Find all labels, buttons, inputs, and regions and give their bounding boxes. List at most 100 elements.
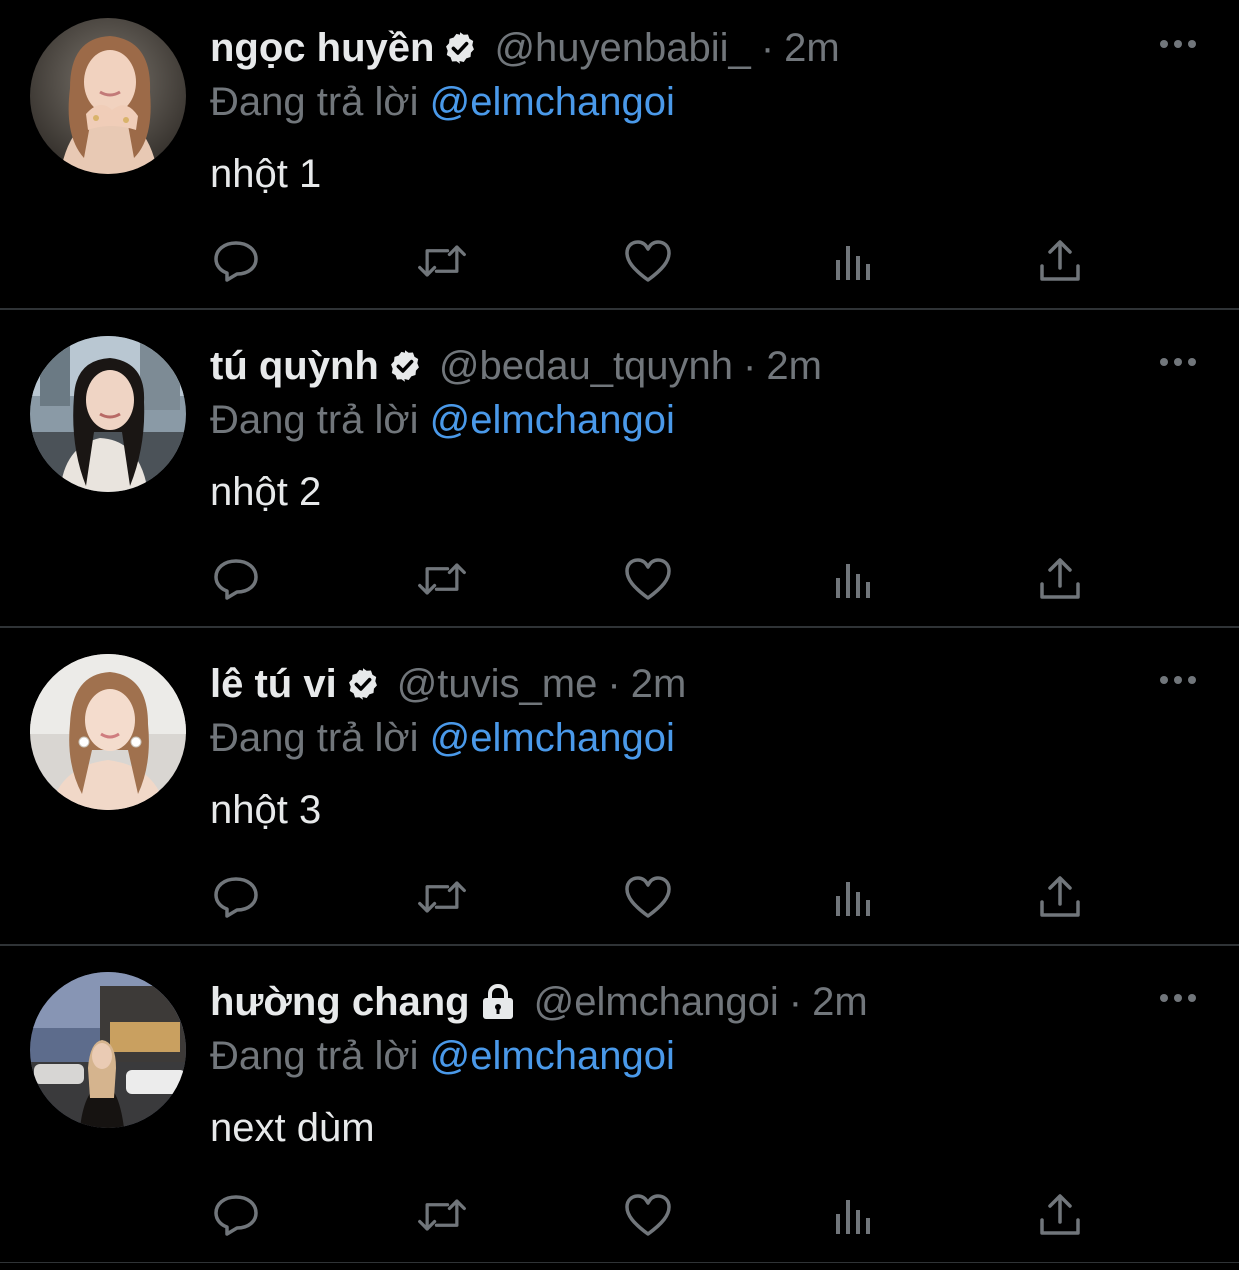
display-name[interactable]: hường chang — [210, 976, 470, 1028]
views-button[interactable] — [828, 872, 880, 922]
views-button[interactable] — [828, 1190, 880, 1240]
views-icon — [836, 882, 870, 916]
replying-to-label: Đang trả lời — [210, 716, 430, 760]
tweet-header: ngọc huyền @huyenbabii_ · 2m — [210, 22, 840, 74]
replying-to-label: Đang trả lời — [210, 80, 430, 124]
timeline: ngọc huyền @huyenbabii_ · 2m Đang trả lờ… — [0, 0, 1239, 1263]
tweet-actions — [210, 1190, 1090, 1240]
share-icon — [1040, 240, 1080, 281]
retweet-icon — [418, 245, 466, 277]
tweet-text: next dùm — [210, 1106, 375, 1150]
display-name[interactable]: lê tú vi — [210, 658, 337, 710]
avatar[interactable] — [30, 654, 186, 810]
tweet[interactable]: hường chang @elmchangoi · 2m Đang trả lờ… — [0, 954, 1239, 1270]
avatar-image — [30, 18, 186, 174]
more-options-icon[interactable] — [1156, 32, 1200, 56]
tweet-actions — [210, 236, 1090, 286]
timestamp[interactable]: 2m — [766, 340, 822, 392]
replying-to-handle[interactable]: @elmchangoi — [430, 398, 675, 442]
user-handle[interactable]: @elmchangoi — [534, 976, 779, 1028]
display-name[interactable]: tú quỳnh — [210, 340, 379, 392]
tweet-header: lê tú vi @tuvis_me · 2m — [210, 658, 686, 710]
user-handle[interactable]: @huyenbabii_ — [494, 22, 750, 74]
share-icon — [1040, 876, 1080, 917]
retweet-icon — [418, 881, 466, 913]
avatar[interactable] — [30, 336, 186, 492]
like-button[interactable] — [622, 236, 674, 286]
separator-dot: · — [760, 26, 775, 70]
retweet-button[interactable] — [416, 554, 468, 604]
like-button[interactable] — [622, 554, 674, 604]
replying-to: Đang trả lời @elmchangoi — [210, 76, 675, 128]
views-icon — [836, 1200, 870, 1234]
like-icon — [625, 876, 671, 918]
tweet[interactable]: lê tú vi @tuvis_me · 2m Đang trả lời @el… — [0, 636, 1239, 952]
more-options-icon[interactable] — [1156, 350, 1200, 374]
divider — [0, 308, 1239, 310]
replying-to-label: Đang trả lời — [210, 398, 430, 442]
replying-to-label: Đang trả lời — [210, 1034, 430, 1078]
like-icon — [625, 558, 671, 600]
timestamp[interactable]: 2m — [812, 976, 868, 1028]
avatar-image — [30, 654, 186, 810]
views-icon — [836, 246, 870, 280]
verified-icon — [442, 30, 478, 66]
tweet-actions — [210, 554, 1090, 604]
divider — [0, 944, 1239, 946]
avatar-image — [30, 972, 186, 1128]
more-options-icon[interactable] — [1156, 668, 1200, 692]
display-name[interactable]: ngọc huyền — [210, 22, 434, 74]
share-icon — [1040, 1194, 1080, 1235]
tweet-header: hường chang @elmchangoi · 2m — [210, 976, 868, 1028]
tweet[interactable]: tú quỳnh @bedau_tquynh · 2m Đang trả lời… — [0, 318, 1239, 634]
reply-button[interactable] — [210, 236, 262, 286]
reply-button[interactable] — [210, 872, 262, 922]
tweet-header: tú quỳnh @bedau_tquynh · 2m — [210, 340, 822, 392]
tweet-text: nhột 2 — [210, 470, 322, 514]
timestamp[interactable]: 2m — [784, 22, 840, 74]
separator-dot: · — [607, 662, 621, 706]
share-button[interactable] — [1034, 872, 1086, 922]
reply-button[interactable] — [210, 554, 262, 604]
like-button[interactable] — [622, 872, 674, 922]
reply-button[interactable] — [210, 1190, 262, 1240]
retweet-icon — [418, 1199, 466, 1231]
user-handle[interactable]: @tuvis_me — [397, 658, 598, 710]
share-button[interactable] — [1034, 236, 1086, 286]
timestamp[interactable]: 2m — [631, 658, 687, 710]
avatar[interactable] — [30, 18, 186, 174]
retweet-icon — [418, 563, 466, 595]
share-button[interactable] — [1034, 554, 1086, 604]
replying-to: Đang trả lời @elmchangoi — [210, 712, 675, 764]
reply-icon — [214, 877, 258, 918]
lock-icon — [478, 983, 518, 1021]
tweet[interactable]: ngọc huyền @huyenbabii_ · 2m Đang trả lờ… — [0, 0, 1239, 316]
separator-dot: · — [788, 980, 803, 1024]
tweet-text: nhột 3 — [210, 788, 322, 832]
avatar[interactable] — [30, 972, 186, 1128]
verified-icon — [345, 666, 381, 702]
replying-to-handle[interactable]: @elmchangoi — [430, 80, 675, 124]
share-icon — [1040, 558, 1080, 599]
retweet-button[interactable] — [416, 1190, 468, 1240]
like-button[interactable] — [622, 1190, 674, 1240]
replying-to-handle[interactable]: @elmchangoi — [430, 716, 675, 760]
views-icon — [836, 564, 870, 598]
replying-to: Đang trả lời @elmchangoi — [210, 1030, 675, 1082]
views-button[interactable] — [828, 554, 880, 604]
reply-icon — [214, 241, 258, 282]
like-icon — [625, 240, 671, 282]
user-handle[interactable]: @bedau_tquynh — [439, 340, 733, 392]
separator-dot: · — [743, 344, 757, 388]
replying-to-handle[interactable]: @elmchangoi — [430, 1034, 675, 1078]
verified-icon — [387, 348, 423, 384]
avatar-image — [30, 336, 186, 492]
retweet-button[interactable] — [416, 872, 468, 922]
like-icon — [625, 1194, 671, 1236]
retweet-button[interactable] — [416, 236, 468, 286]
replying-to: Đang trả lời @elmchangoi — [210, 394, 675, 446]
views-button[interactable] — [828, 236, 880, 286]
share-button[interactable] — [1034, 1190, 1086, 1240]
reply-icon — [214, 1195, 258, 1236]
more-options-icon[interactable] — [1156, 986, 1200, 1010]
